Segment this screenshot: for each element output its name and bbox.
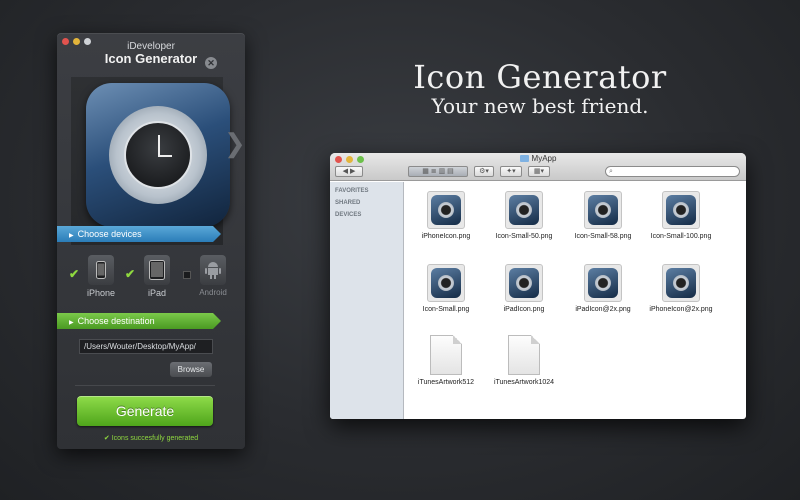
- sidebar-heading-shared[interactable]: SHARED: [335, 200, 403, 206]
- file-item[interactable]: Icon-Small.png: [406, 264, 486, 313]
- device-android[interactable]: Android: [191, 255, 235, 297]
- file-grid: iPhoneIcon.png Icon-Small-50.png Icon-Sm…: [406, 187, 744, 417]
- png-thumbnail-icon: [662, 264, 700, 302]
- file-name: Icon-Small-100.png: [650, 233, 712, 240]
- device-selector: ✔ iPhone ✔ iPad Android: [65, 255, 235, 305]
- file-name: Icon-Small-50.png: [495, 233, 553, 240]
- finder-toolbar: MyApp ◀ ▶ ▦ ≣ ▥ ▤ ⚙▾ ✦▾ ▦▾ ⌕: [330, 153, 746, 181]
- hero-tagline: Your new best friend.: [431, 94, 649, 118]
- file-name: iPhoneIcon@2x.png: [649, 306, 713, 313]
- disclosure-triangle-icon: ▶: [69, 233, 74, 239]
- finder-title-text: MyApp: [531, 154, 557, 163]
- icon-generator-window: iDeveloper Icon Generator ✕ ▶ Choose devi…: [57, 33, 245, 449]
- document-icon: [430, 335, 462, 375]
- finder-title: MyApp: [330, 154, 746, 163]
- arrange-menu-button[interactable]: ▦▾: [528, 166, 550, 177]
- iphone-label: iPhone: [86, 288, 116, 298]
- clock-face: [124, 121, 192, 189]
- file-name: Icon-Small-58.png: [574, 233, 632, 240]
- file-name: iTunesArtwork512: [417, 379, 475, 386]
- file-item[interactable]: iPadIcon@2x.png: [563, 264, 643, 313]
- folder-icon: [519, 155, 529, 162]
- android-checkbox[interactable]: [183, 271, 191, 279]
- divider: [75, 385, 215, 386]
- iphone-checkbox[interactable]: ✔: [69, 267, 79, 281]
- file-item[interactable]: iPhoneIcon@2x.png: [641, 264, 721, 313]
- close-icon[interactable]: ✕: [205, 57, 217, 69]
- file-name: iTunesArtwork1024: [493, 379, 555, 386]
- action-menu-button[interactable]: ⚙▾: [474, 166, 494, 177]
- iphone-icon: [88, 255, 114, 285]
- png-thumbnail-icon: [584, 264, 622, 302]
- status-message: ✔ Icons succesfully generated: [57, 434, 245, 442]
- file-name: iPhoneIcon.png: [421, 233, 471, 240]
- sidebar-heading-favorites[interactable]: FAVORITES: [335, 188, 403, 194]
- forward-icon[interactable]: ▶: [350, 168, 355, 175]
- png-thumbnail-icon: [505, 264, 543, 302]
- file-name: iPadIcon@2x.png: [575, 306, 631, 313]
- png-thumbnail-icon: [427, 264, 465, 302]
- back-icon[interactable]: ◀: [343, 168, 348, 175]
- choose-destination-label: Choose destination: [77, 316, 155, 326]
- ipad-icon: [144, 255, 170, 285]
- android-label: Android: [199, 288, 227, 297]
- ipad-checkbox[interactable]: ✔: [125, 267, 135, 281]
- checkmark-icon: ✔: [103, 435, 110, 442]
- file-item[interactable]: iPadIcon.png: [484, 264, 564, 313]
- chevron-right-icon[interactable]: ❯: [224, 128, 246, 159]
- search-icon: ⌕: [609, 168, 613, 175]
- device-ipad[interactable]: iPad: [137, 255, 177, 298]
- finder-sidebar: FAVORITES SHARED DEVICES: [330, 182, 404, 419]
- hero-title: Icon Generator: [413, 58, 667, 96]
- file-item[interactable]: Icon-Small-50.png: [484, 191, 564, 240]
- status-text: Icons succesfully generated: [111, 435, 199, 442]
- arrange-icon: ▦▾: [533, 168, 545, 175]
- generate-button[interactable]: Generate: [77, 396, 213, 426]
- disclosure-triangle-icon: ▶: [69, 320, 74, 326]
- back-forward-buttons[interactable]: ◀ ▶: [335, 166, 363, 177]
- png-thumbnail-icon: [427, 191, 465, 229]
- icon-view-icon[interactable]: ▦: [422, 168, 429, 175]
- file-name: Icon-Small.png: [422, 306, 470, 313]
- ipad-label: iPad: [147, 288, 166, 298]
- file-item[interactable]: Icon-Small-100.png: [641, 191, 721, 240]
- finder-search-input[interactable]: ⌕: [605, 166, 740, 177]
- list-view-icon[interactable]: ≣: [431, 168, 437, 175]
- choose-devices-label: Choose devices: [77, 229, 142, 239]
- file-item[interactable]: iTunesArtwork512: [406, 335, 486, 386]
- file-item[interactable]: iPhoneIcon.png: [406, 191, 486, 240]
- gear-icon: ⚙▾: [479, 168, 489, 175]
- coverflow-view-icon[interactable]: ▤: [447, 168, 454, 175]
- choose-devices-header: ▶ Choose devices: [57, 226, 221, 242]
- png-thumbnail-icon: [505, 191, 543, 229]
- device-iphone[interactable]: iPhone: [81, 255, 121, 298]
- file-item[interactable]: Icon-Small-58.png: [563, 191, 643, 240]
- dropbox-icon: ✦▾: [506, 168, 516, 175]
- finder-window: MyApp ◀ ▶ ▦ ≣ ▥ ▤ ⚙▾ ✦▾ ▦▾ ⌕ FAVORITES S…: [330, 153, 746, 419]
- file-item[interactable]: iTunesArtwork1024: [484, 335, 564, 386]
- sidebar-heading-devices[interactable]: DEVICES: [335, 212, 403, 218]
- share-menu-button[interactable]: ✦▾: [500, 166, 522, 177]
- hero-headline: Icon Generator Your new best friend.: [410, 58, 670, 118]
- destination-path-field[interactable]: /Users/Wouter/Desktop/MyApp/: [79, 339, 213, 354]
- choose-destination-header: ▶ Choose destination: [57, 313, 221, 329]
- document-icon: [508, 335, 540, 375]
- view-mode-buttons[interactable]: ▦ ≣ ▥ ▤: [408, 166, 468, 177]
- png-thumbnail-icon: [584, 191, 622, 229]
- column-view-icon[interactable]: ▥: [439, 168, 446, 175]
- png-thumbnail-icon: [662, 191, 700, 229]
- clock-app-icon[interactable]: [86, 83, 230, 227]
- browse-button[interactable]: Browse: [170, 362, 212, 377]
- icon-preview-area: [71, 77, 230, 245]
- file-name: iPadIcon.png: [503, 306, 545, 313]
- android-icon: [200, 255, 226, 285]
